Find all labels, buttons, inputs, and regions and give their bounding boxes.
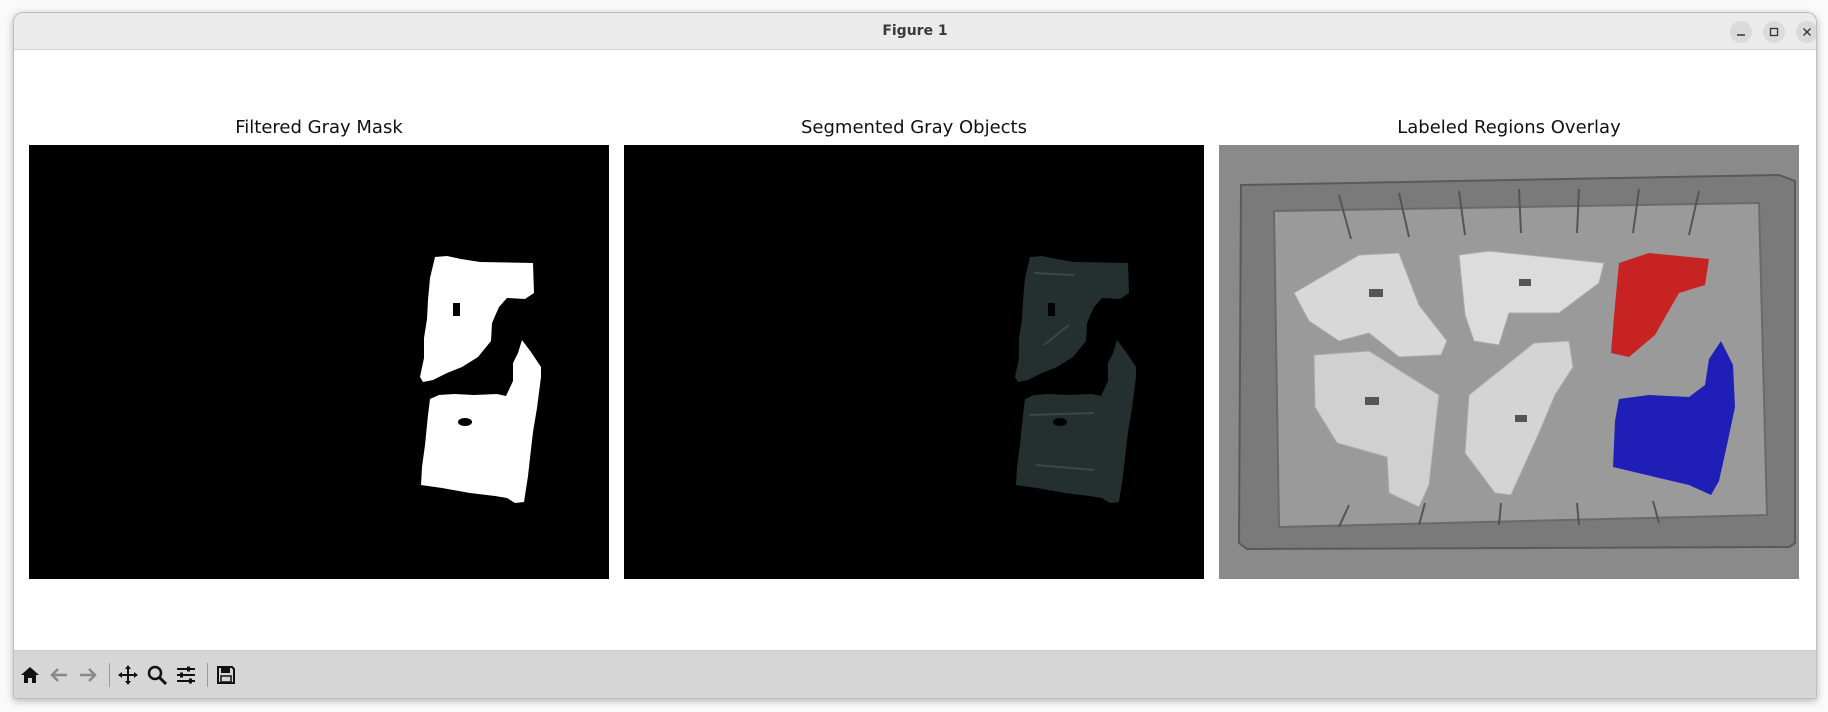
maximize-icon	[1769, 27, 1779, 37]
forward-arrow-icon	[80, 668, 97, 682]
toolbar-divider	[207, 663, 208, 687]
zoom-button[interactable]	[143, 661, 171, 689]
minimize-button[interactable]	[1730, 21, 1752, 43]
figure-window: Figure 1 Filtered Gray Mask Segmented Gr…	[13, 12, 1817, 699]
home-icon	[21, 667, 39, 683]
save-icon	[217, 666, 235, 684]
panel-title-filtered-mask: Filtered Gray Mask	[235, 117, 403, 138]
maximize-button[interactable]	[1763, 21, 1785, 43]
pan-icon	[118, 665, 138, 685]
title-bar: Figure 1	[14, 13, 1816, 50]
toolbar-divider	[109, 663, 110, 687]
zoom-icon	[147, 665, 168, 686]
back-arrow-icon	[50, 668, 67, 682]
mask-hole-lower	[458, 418, 472, 426]
filtered-mask-image	[29, 145, 609, 579]
save-button[interactable]	[212, 661, 240, 689]
minimize-icon	[1737, 34, 1745, 36]
figure-canvas[interactable]: Filtered Gray Mask Segmented Gray Object…	[14, 50, 1816, 650]
close-icon	[1803, 28, 1811, 36]
labeled-overlay-image	[1219, 145, 1799, 579]
configure-subplots-button[interactable]	[172, 661, 200, 689]
panel-title-segmented-objects: Segmented Gray Objects	[801, 117, 1027, 138]
home-button[interactable]	[16, 661, 44, 689]
forward-button[interactable]	[74, 661, 102, 689]
configure-subplots-icon	[177, 666, 195, 684]
window-title: Figure 1	[882, 23, 948, 39]
pan-button[interactable]	[114, 661, 142, 689]
navigation-toolbar	[14, 650, 1816, 698]
mask-hole-upper	[453, 303, 460, 316]
panel-title-labeled-overlay: Labeled Regions Overlay	[1397, 117, 1621, 138]
back-button[interactable]	[45, 661, 73, 689]
segmented-objects-image	[624, 145, 1204, 579]
close-button[interactable]	[1796, 21, 1816, 43]
